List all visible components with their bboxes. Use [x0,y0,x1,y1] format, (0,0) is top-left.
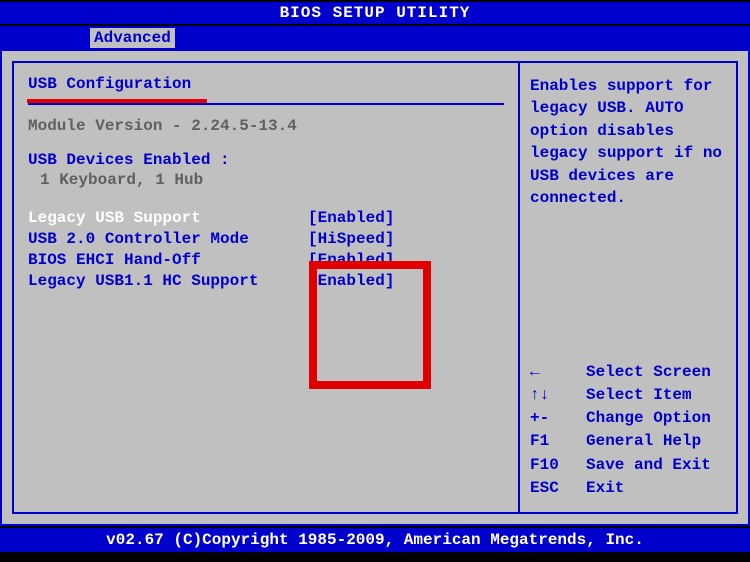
option-value: [Enabled] [308,251,394,269]
nav-key: ← [530,361,586,384]
help-text: Enables support for legacy USB. AUTO opt… [530,75,726,209]
option-label: Legacy USB1.1 HC Support [28,272,308,290]
module-version: Module Version - 2.24.5-13.4 [28,117,504,135]
nav-select-item: ↑↓ Select Item [530,384,726,407]
option-usb20-controller-mode[interactable]: USB 2.0 Controller Mode [HiSpeed] [28,230,504,248]
nav-keys: ← Select Screen ↑↓ Select Item +- Change… [530,361,726,500]
copyright: v02.67 (C)Copyright 1985-2009, American … [106,531,644,549]
option-label: BIOS EHCI Hand-Off [28,251,308,269]
nav-change-option: +- Change Option [530,407,726,430]
tab-advanced[interactable]: Advanced [90,28,175,48]
option-legacy-usb11-hc-support[interactable]: Legacy USB1.1 HC Support [Enabled] [28,272,504,290]
app-title: BIOS SETUP UTILITY [280,4,471,22]
option-label: Legacy USB Support [28,209,308,227]
nav-key: +- [530,407,586,430]
footer: v02.67 (C)Copyright 1985-2009, American … [0,526,750,552]
main-area: USB Configuration Module Version - 2.24.… [0,48,750,526]
nav-key: F1 [530,430,586,453]
option-value: [Enabled] [308,209,394,227]
section-title: USB Configuration [28,75,191,93]
left-panel: USB Configuration Module Version - 2.24.… [12,61,520,514]
nav-action: Select Screen [586,361,711,384]
option-label: USB 2.0 Controller Mode [28,230,308,248]
nav-exit: ESC Exit [530,477,726,500]
option-value: [Enabled] [308,272,394,290]
nav-action: General Help [586,430,701,453]
option-bios-ehci-handoff[interactable]: BIOS EHCI Hand-Off [Enabled] [28,251,504,269]
nav-save-exit: F10 Save and Exit [530,454,726,477]
nav-action: Change Option [586,407,711,430]
nav-action: Save and Exit [586,454,711,477]
usb-devices-value: 1 Keyboard, 1 Hub [28,171,504,189]
nav-key: F10 [530,454,586,477]
nav-key: ↑↓ [530,384,586,407]
right-panel: Enables support for legacy USB. AUTO opt… [520,61,738,514]
title-bar: BIOS SETUP UTILITY [0,0,750,26]
nav-action: Exit [586,477,624,500]
menu-bar: Advanced [0,26,750,48]
option-legacy-usb-support[interactable]: Legacy USB Support [Enabled] [28,209,504,227]
option-value: [HiSpeed] [308,230,394,248]
annotation-underline [27,99,207,103]
nav-action: Select Item [586,384,692,407]
nav-select-screen: ← Select Screen [530,361,726,384]
nav-key: ESC [530,477,586,500]
usb-devices-label: USB Devices Enabled : [28,151,504,169]
nav-general-help: F1 General Help [530,430,726,453]
divider [28,103,504,105]
